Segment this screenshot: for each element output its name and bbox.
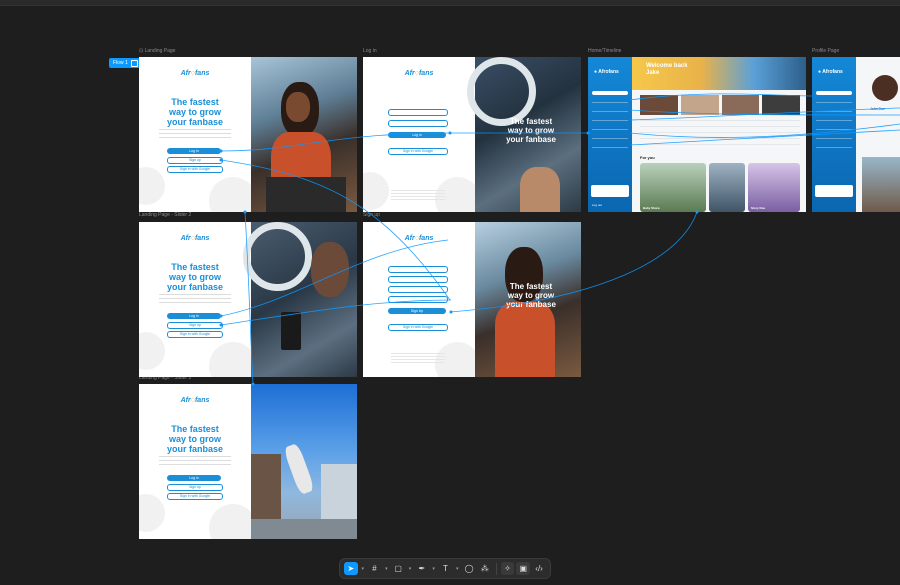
stories-row[interactable] [640,95,800,115]
for-you-heading: For you [640,155,655,160]
subtitle-text [159,294,231,306]
dev-mode-icon[interactable]: ▣ [516,562,531,575]
post-card[interactable]: Story Doe [748,163,800,212]
google-signin-button[interactable]: Sign in with Google [167,166,223,173]
frame-landing-slider-3[interactable]: Afr○fans The fastest way to grow your fanb… [139,384,357,539]
sidebar-search[interactable] [592,91,628,95]
login-button[interactable]: Log in [167,148,221,154]
afrofans-logo: Afr○fans [180,235,210,242]
decor-blob [139,167,165,205]
frame-landing-page[interactable]: Afr○fans The fastest way to grow your fanb… [139,57,357,212]
decor-blob [209,504,257,539]
decor-blob [209,342,257,377]
decor-blob [139,494,165,532]
frame-home-timeline[interactable]: ● Afrofans Log out Welcome back Jake For … [588,57,806,212]
frame-login[interactable]: Afr○fans Log in Sign in with Google The … [363,57,581,212]
frame-label-home[interactable]: Home/Timeline [588,48,621,54]
move-tool-icon[interactable]: ➤ [344,562,358,575]
frame-sign-up[interactable]: Afr○fans Sign Up Sign in with Google The… [363,222,581,377]
google-signin-button[interactable]: Sign in with Google [167,331,223,338]
chevron-down-icon[interactable]: ▾ [360,566,366,572]
afrofans-logo: Afr○fans [180,70,210,77]
email-field[interactable] [388,276,448,283]
chevron-down-icon[interactable]: ▾ [431,566,437,572]
hero-photo [243,222,357,377]
frame-label-landing[interactable]: ⊡ Landing Page [139,48,175,54]
page-headline: The fastest way to grow your fanbase [166,262,224,292]
toolbar-divider [495,562,497,575]
bottom-toolbar: ➤ ▾ # ▾ ▢ ▾ ✒ ▾ T ▾ ◯ ⁂ ✧ ▣ ‹/› [340,559,550,578]
page-headline: The fastest way to grow your fanbase [166,424,224,454]
terms-text [391,353,445,365]
hero-photo [251,384,357,539]
frame-label-login[interactable]: Log in [363,48,377,54]
avatar[interactable] [872,75,898,101]
post-feed [640,120,800,150]
google-signin-button[interactable]: Sign in with Google [388,324,448,331]
code-view-icon[interactable]: ‹/› [532,562,546,575]
decor-blob [209,177,257,212]
signup-button[interactable]: Sign up [167,157,223,164]
sidebar-menu-items[interactable] [592,102,628,152]
frame-label-slider2[interactable]: Landing Page - Slider 2 [139,212,191,218]
terms-text [391,190,445,200]
password-field[interactable] [388,120,448,127]
afrofans-logo: Afr○fans [404,70,434,77]
play-icon [130,59,138,67]
sidebar-user-card[interactable] [591,185,629,197]
afrofans-logo: Afr○fans [404,235,434,242]
decor-blob [363,172,389,210]
profile-name: John Doe [870,107,885,111]
login-button[interactable]: Log in [167,475,221,481]
pen-tool-icon[interactable]: ✒ [415,562,429,575]
subtitle-text [159,456,231,468]
google-signin-button[interactable]: Sign in with Google [388,148,448,155]
design-mode-icon[interactable]: ✧ [500,562,515,575]
password-field[interactable] [388,286,448,293]
subtitle-text [159,129,231,141]
confirm-password-field[interactable] [388,296,448,303]
signup-button[interactable]: Sign up [167,484,223,491]
sidebar-logo: ● Afrofans [594,69,619,75]
logout-link[interactable]: Log out [592,203,602,207]
frame-label-profile[interactable]: Profile Page [812,48,839,54]
post-card[interactable]: Baby Shara [640,163,706,212]
chevron-down-icon[interactable]: ▾ [383,566,389,572]
overlay-headline: The fastest way to grow your fanbase [506,282,556,309]
login-button[interactable]: Log in [388,132,446,138]
signup-button[interactable]: Sign Up [388,308,446,314]
comment-tool-icon[interactable]: ◯ [462,562,476,575]
page-headline: The fastest way to grow your fanbase [166,97,224,127]
sidebar: ● Afrofans Log out [588,57,632,212]
frame-label-signup[interactable]: Sign up [363,212,380,218]
afrofans-logo: Afr○fans [180,397,210,404]
rectangle-tool-icon[interactable]: ▢ [391,562,405,575]
hero-photo: The fastest way to grow your fanbase [467,57,581,212]
actions-tool-icon[interactable]: ⁂ [478,562,492,575]
post-card[interactable] [709,163,745,212]
hero-photo: The fastest way to grow your fanbase [475,222,581,377]
chevron-down-icon[interactable]: ▾ [407,566,413,572]
chevron-down-icon[interactable]: ▾ [454,566,460,572]
sidebar: ● Afrofans [812,57,856,212]
google-signin-button[interactable]: Sign in with Google [167,493,223,500]
hero-photo [251,57,357,212]
text-tool-icon[interactable]: T [439,562,453,575]
email-field[interactable] [388,109,448,116]
decor-blob [139,332,165,370]
profile-media[interactable] [862,157,900,212]
frame-landing-slider-2[interactable]: Afr○fans The fastest way to grow your fanb… [139,222,357,377]
signup-button[interactable]: Sign up [167,322,223,329]
name-field[interactable] [388,266,448,273]
login-button[interactable]: Log in [167,313,221,319]
overlay-headline: The fastest way to grow your fanbase [506,117,556,144]
frame-tool-icon[interactable]: # [368,562,382,575]
frame-profile-page[interactable]: ● Afrofans John Doe [812,57,900,212]
top-ruler [0,0,900,6]
flow-starting-point-badge[interactable]: Flow 1 [109,58,142,68]
welcome-banner: Welcome back Jake [632,57,806,90]
